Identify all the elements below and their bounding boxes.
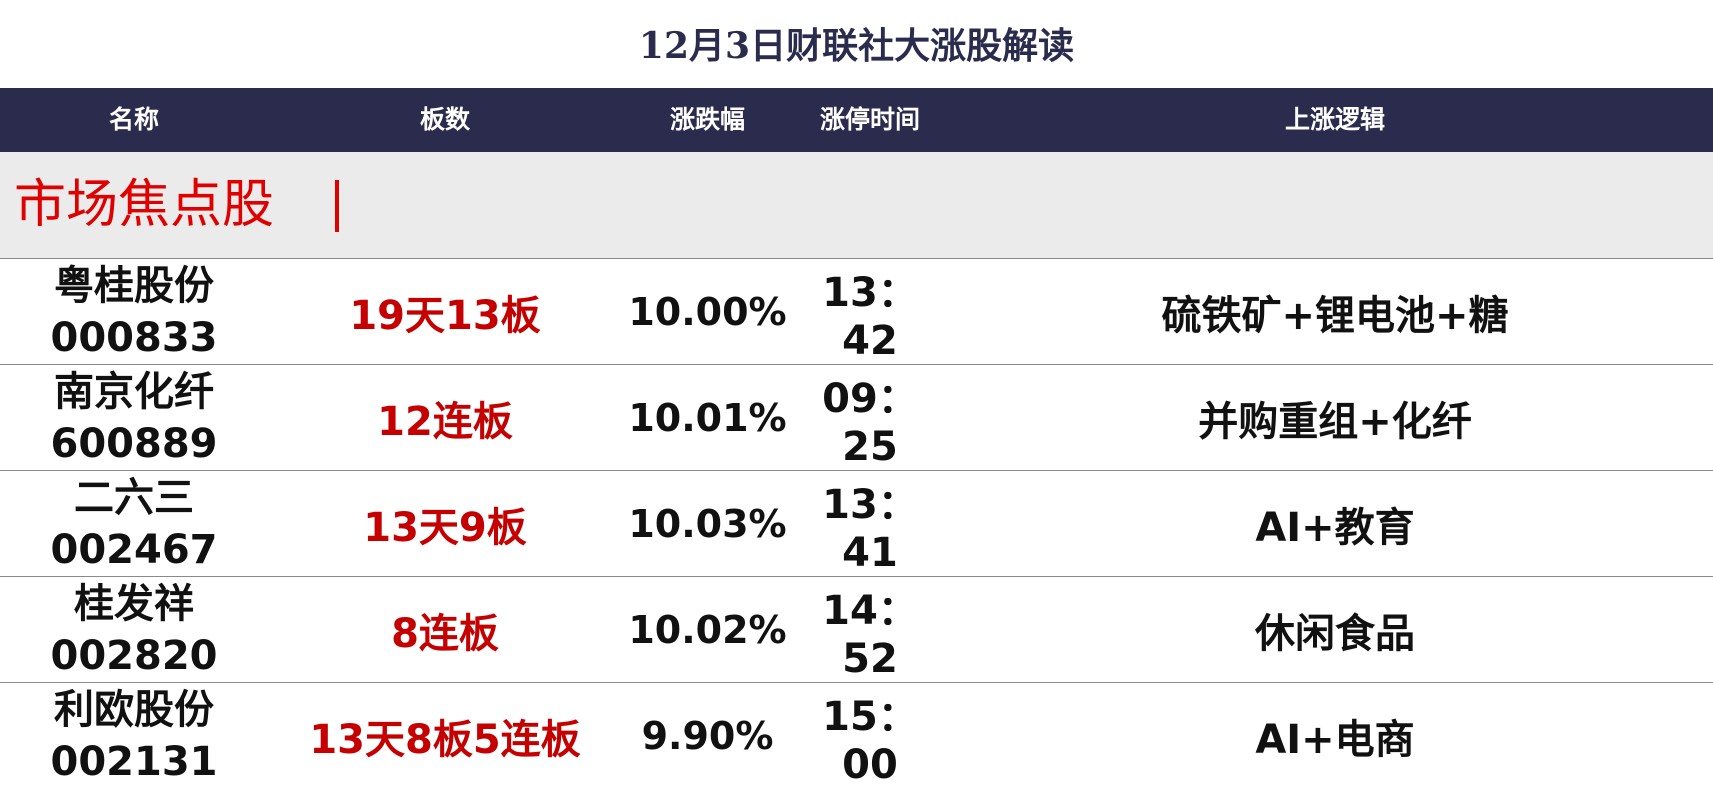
stock-name-cell: 桂发祥 002820 — [0, 577, 268, 682]
header-name: 名称 — [108, 105, 159, 134]
stock-name-cell: 粤桂股份 000833 — [0, 259, 268, 364]
section-banner: 市场焦点股 — [0, 152, 1713, 258]
limit-up-time: 13：42 — [822, 269, 918, 364]
table-row: 粤桂股份 000833 19天13板 10.00% 13：42 硫铁矿+锂电池+… — [0, 258, 1713, 364]
limit-up-time: 15：00 — [822, 693, 918, 788]
stock-code: 002131 — [50, 738, 218, 785]
header-logic: 上涨逻辑 — [1284, 105, 1385, 134]
rise-logic: 休闲食品 — [1255, 610, 1415, 657]
rise-logic: AI+电商 — [1255, 716, 1415, 763]
rise-logic: 并购重组+化纤 — [1198, 398, 1472, 445]
page-title: 12月3日财联社大涨股解读 — [638, 25, 1075, 67]
rise-logic: 硫铁矿+锂电池+糖 — [1161, 292, 1509, 339]
stock-name: 利欧股份 — [54, 686, 214, 733]
board-count: 13天9板 — [363, 504, 527, 551]
rise-logic: AI+教育 — [1255, 504, 1415, 551]
stock-code: 002820 — [50, 632, 218, 679]
stock-name-cell: 南京化纤 600889 — [0, 365, 268, 470]
header-boards: 板数 — [419, 105, 470, 134]
stock-name: 南京化纤 — [54, 368, 214, 415]
change-percent: 9.90% — [641, 713, 774, 758]
change-percent: 10.02% — [628, 607, 787, 652]
limit-up-time: 09：25 — [822, 375, 918, 470]
table-header: 名称 板数 涨跌幅 涨停时间 上涨逻辑 — [0, 88, 1713, 152]
stock-code: 002467 — [50, 526, 218, 573]
stock-name: 粤桂股份 — [54, 262, 214, 309]
table-row: 南京化纤 600889 12连板 10.01% 09：25 并购重组+化纤 — [0, 364, 1713, 470]
board-count: 19天13板 — [349, 292, 541, 339]
stock-name: 二六三 — [74, 474, 194, 521]
table-row: 桂发祥 002820 8连板 10.02% 14：52 休闲食品 — [0, 576, 1713, 682]
change-percent: 10.00% — [628, 289, 787, 334]
board-count: 12连板 — [377, 398, 513, 445]
board-count: 8连板 — [391, 610, 499, 657]
change-percent: 10.03% — [628, 501, 787, 546]
stock-name: 桂发祥 — [74, 580, 194, 627]
section-divider-bar — [335, 180, 339, 232]
board-count: 13天8板5连板 — [309, 716, 581, 763]
stock-code: 000833 — [50, 314, 218, 361]
stock-code: 600889 — [50, 420, 218, 467]
change-percent: 10.01% — [628, 395, 787, 440]
section-label: 市场焦点股 — [14, 175, 275, 235]
header-change: 涨跌幅 — [669, 105, 745, 134]
stock-name-cell: 二六三 002467 — [0, 471, 268, 576]
limit-up-time: 13：41 — [822, 481, 918, 576]
table-row: 利欧股份 002131 13天8板5连板 9.90% 15：00 AI+电商 — [0, 682, 1713, 788]
limit-up-time: 14：52 — [822, 587, 918, 682]
table-row: 二六三 002467 13天9板 10.03% 13：41 AI+教育 — [0, 470, 1713, 576]
stock-name-cell: 利欧股份 002131 — [0, 683, 268, 788]
header-limit-time: 涨停时间 — [819, 105, 920, 134]
